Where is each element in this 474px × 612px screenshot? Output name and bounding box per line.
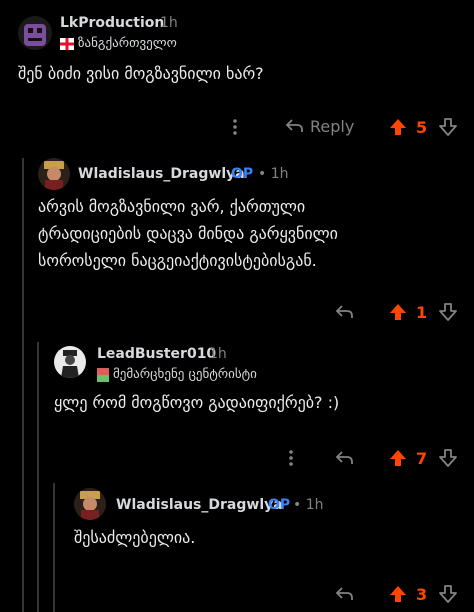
username[interactable]: LeadBuster010 [97,346,216,362]
score: 7 [416,449,428,468]
downvote-arrow-icon [439,449,457,467]
more-options-icon[interactable] [230,117,240,137]
downvote-button[interactable] [438,584,458,604]
avatar[interactable] [74,488,106,520]
avatar[interactable] [54,346,86,378]
thread-line-level-2[interactable] [37,342,39,612]
flair-text: მემარცხენე ცენტრისტი [113,367,257,382]
upvote-button[interactable] [388,117,408,137]
downvote-arrow-icon [439,585,457,603]
timestamp: • 1h [258,166,289,182]
timestamp: 1h [160,15,178,31]
score: 3 [416,585,428,604]
comment-body: ყლე რომ მოგწოვო გადაიფიქრებ? :) [54,393,340,412]
green-red-flag-icon [97,367,109,382]
reply-label: Reply [310,116,355,136]
username[interactable]: LkProduction [60,15,164,31]
upvote-button[interactable] [388,584,408,604]
reply-button[interactable]: Reply [284,116,354,136]
red-cross-flag-icon [60,37,74,50]
upvote-arrow-icon [390,450,406,466]
op-badge: OP [231,166,254,182]
reply-icon[interactable] [334,584,354,604]
upvote-arrow-icon [390,586,406,602]
avatar[interactable] [38,158,70,190]
reply-icon[interactable] [334,448,354,468]
downvote-button[interactable] [438,117,458,137]
avatar[interactable] [18,16,52,50]
thread-line-level-1[interactable] [22,158,24,612]
downvote-button[interactable] [438,302,458,322]
score: 5 [416,118,428,137]
flair-text: ზანგქართველო [78,36,177,51]
reply-icon [284,116,304,136]
timestamp: • 1h [293,497,324,513]
user-flair: ზანგქართველო [60,36,177,51]
downvote-arrow-icon [439,303,457,321]
score: 1 [416,303,428,322]
downvote-button[interactable] [438,448,458,468]
op-badge: OP [268,497,291,513]
reply-icon[interactable] [334,302,354,322]
comment-body: შესაძლებელია. [74,528,196,547]
downvote-arrow-icon [439,118,457,136]
comment-body: შენ ბიძი ვისი მოგზავნილი ხარ? [18,64,264,83]
upvote-button[interactable] [388,448,408,468]
username[interactable]: Wladislaus_Dragwlya [78,166,245,182]
user-flair: მემარცხენე ცენტრისტი [97,367,257,382]
upvote-arrow-icon [390,304,406,320]
upvote-arrow-icon [390,119,406,135]
timestamp: 1h [209,346,227,362]
thread-line-level-3[interactable] [53,483,55,612]
username[interactable]: Wladislaus_Dragwlya [116,497,283,513]
upvote-button[interactable] [388,302,408,322]
more-options-icon[interactable] [286,448,296,468]
